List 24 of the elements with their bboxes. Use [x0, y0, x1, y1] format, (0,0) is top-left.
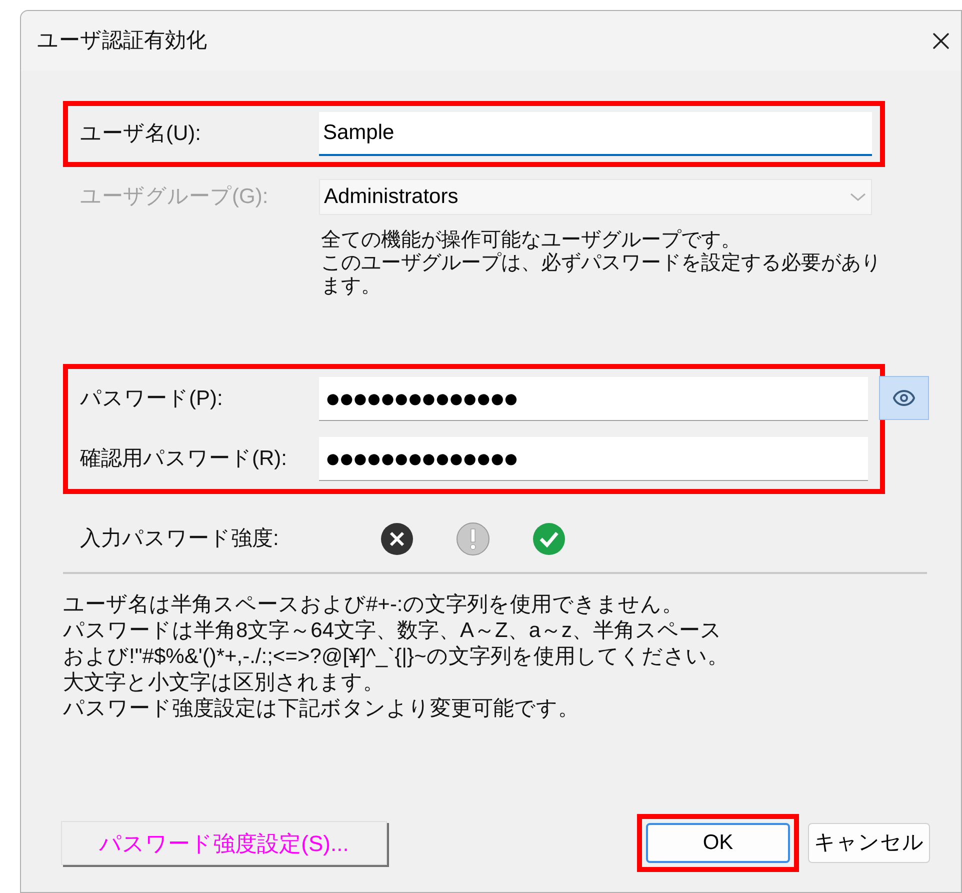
field-label: ユーザグループ(G):: [80, 184, 270, 210]
note-line: 大文字と小文字は区別されます。: [63, 670, 385, 696]
strength-label: 入力パスワード強度:: [80, 526, 280, 552]
check-icon: [532, 522, 566, 556]
text-field[interactable]: Sample: [319, 112, 872, 156]
description-line: 全ての機能が操作可能なユーザグループです。: [321, 229, 742, 252]
note-line: ユーザ名は半角スペースおよび#+-:の文字列を使用できません。: [63, 592, 684, 618]
description-line: ます。: [321, 275, 382, 298]
field-label: ユーザ名(U):: [80, 121, 202, 148]
note-line: および!"#$%&'()*+,-./:;<=>?@[¥]^_`{|}~の文字列を使用してください。: [63, 644, 730, 670]
note-line: パスワードは半角8文字～64文字、数字、A～Z、a～z、半角スペース: [63, 618, 724, 644]
show-password-button[interactable]: [879, 376, 929, 420]
warning-icon: [456, 522, 490, 556]
note-line: パスワード強度設定は下記ボタンより変更可能です。: [63, 696, 580, 722]
ok-button[interactable]: OK: [646, 823, 790, 863]
window-title: ユーザ認証有効化: [37, 28, 207, 54]
field-label: パスワード(P):: [80, 386, 224, 412]
cancel-button[interactable]: キャンセル: [808, 823, 930, 863]
password-field[interactable]: ●●●●●●●●●●●●●●: [319, 377, 868, 421]
chevron-icon: [849, 192, 867, 202]
field-label: 確認用パスワード(R):: [80, 446, 288, 472]
password-field[interactable]: ●●●●●●●●●●●●●●: [319, 437, 868, 481]
description-line: このユーザグループは、必ずパスワードを設定する必要があり: [321, 252, 882, 275]
error-icon: [380, 522, 414, 556]
